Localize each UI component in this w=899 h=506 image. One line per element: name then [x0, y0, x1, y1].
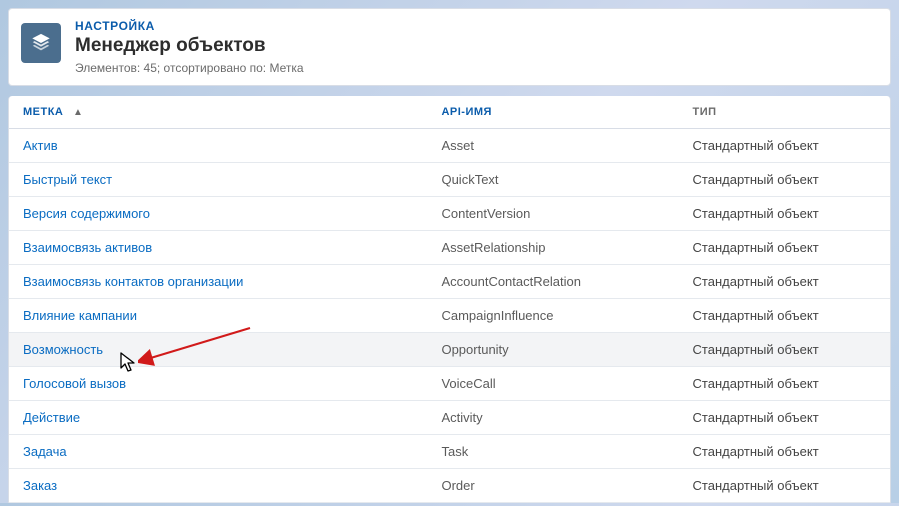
object-api-name: Task	[427, 435, 678, 469]
object-label-link[interactable]: Актив	[23, 138, 58, 153]
table-row: Взаимосвязь контактов организации Account…	[9, 265, 890, 299]
object-api-name: QuickText	[427, 163, 678, 197]
layers-icon	[21, 23, 61, 63]
table-row: Возможность OpportunityСтандартный объект	[9, 333, 890, 367]
object-label-link[interactable]: Задача	[23, 444, 67, 459]
object-type: Стандартный объект	[679, 265, 890, 299]
object-label-link[interactable]: Быстрый текст	[23, 172, 112, 187]
table-row: Быстрый текст QuickTextСтандартный объект	[9, 163, 890, 197]
table-row: Версия содержимого ContentVersionСтандарт…	[9, 197, 890, 231]
object-api-name: AssetRelationship	[427, 231, 678, 265]
table-row: Задача TaskСтандартный объект	[9, 435, 890, 469]
object-label-link[interactable]: Взаимосвязь контактов организации	[23, 274, 243, 289]
table-row: Влияние кампании CampaignInfluenceСтандар…	[9, 299, 890, 333]
object-label-link[interactable]: Версия содержимого	[23, 206, 150, 221]
column-header-api[interactable]: API-ИМЯ	[427, 96, 678, 129]
object-type: Стандартный объект	[679, 401, 890, 435]
object-api-name: CampaignInfluence	[427, 299, 678, 333]
object-type: Стандартный объект	[679, 129, 890, 163]
object-label-link[interactable]: Взаимосвязь активов	[23, 240, 152, 255]
object-api-name: AccountContactRelation	[427, 265, 678, 299]
table-row: Актив AssetСтандартный объект	[9, 129, 890, 163]
column-header-label-text: МЕТКА	[23, 106, 63, 118]
sort-asc-icon: ▲	[73, 107, 83, 118]
table-row: Действие ActivityСтандартный объект	[9, 401, 890, 435]
object-api-name: Order	[427, 469, 678, 503]
column-header-type[interactable]: ТИП	[679, 96, 890, 129]
page-title: Менеджер объектов	[75, 35, 304, 57]
object-label-link[interactable]: Заказ	[23, 478, 57, 493]
objects-table: МЕТКА ▲ API-ИМЯ ТИП АктивAssetСтандартны…	[9, 96, 890, 503]
object-label-link[interactable]: Возможность	[23, 342, 103, 357]
object-type: Стандартный объект	[679, 333, 890, 367]
object-type: Стандартный объект	[679, 469, 890, 503]
page-subtitle: Элементов: 45; отсортировано по: Метка	[75, 61, 304, 75]
table-row: Заказ OrderСтандартный объект	[9, 469, 890, 503]
object-api-name: Opportunity	[427, 333, 678, 367]
object-api-name: Asset	[427, 129, 678, 163]
object-type: Стандартный объект	[679, 299, 890, 333]
object-type: Стандартный объект	[679, 367, 890, 401]
objects-table-card: МЕТКА ▲ API-ИМЯ ТИП АктивAssetСтандартны…	[8, 96, 891, 503]
page-eyebrow: НАСТРОЙКА	[75, 19, 304, 33]
object-label-link[interactable]: Влияние кампании	[23, 308, 137, 323]
table-row: Голосовой вызов VoiceCallСтандартный объе…	[9, 367, 890, 401]
table-row: Взаимосвязь активов AssetRelationshipСтан…	[9, 231, 890, 265]
object-api-name: VoiceCall	[427, 367, 678, 401]
object-type: Стандартный объект	[679, 231, 890, 265]
object-api-name: Activity	[427, 401, 678, 435]
column-header-label[interactable]: МЕТКА ▲	[9, 96, 427, 129]
object-api-name: ContentVersion	[427, 197, 678, 231]
object-label-link[interactable]: Действие	[23, 410, 80, 425]
object-type: Стандартный объект	[679, 197, 890, 231]
page-header: НАСТРОЙКА Менеджер объектов Элементов: 4…	[8, 8, 891, 86]
object-label-link[interactable]: Голосовой вызов	[23, 376, 126, 391]
object-type: Стандартный объект	[679, 435, 890, 469]
object-type: Стандартный объект	[679, 163, 890, 197]
